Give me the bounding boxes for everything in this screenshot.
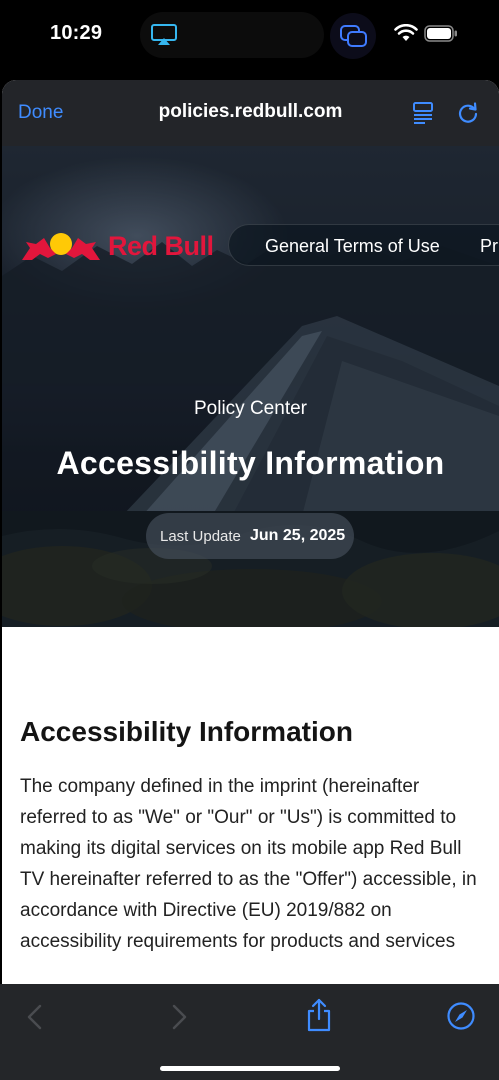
share-icon[interactable] xyxy=(305,998,333,1032)
back-icon[interactable] xyxy=(24,1002,46,1032)
hero-banner: Red Bull General Terms of Use Pri Policy… xyxy=(2,146,499,627)
cards-icon xyxy=(340,25,367,47)
page-title: Accessibility Information xyxy=(56,445,445,481)
status-time: 10:29 xyxy=(50,22,103,44)
forward-icon[interactable] xyxy=(168,1002,190,1032)
nav-item-privacy[interactable]: Pri xyxy=(480,236,499,257)
browser-top-bar: Done policies.redbull.com xyxy=(2,80,499,146)
reload-icon[interactable] xyxy=(456,101,480,125)
battery-icon xyxy=(424,25,457,42)
hero-eyebrow: Policy Center xyxy=(194,398,307,419)
browser-toolbar xyxy=(0,984,499,1080)
browser-sheet: Done policies.redbull.com Red Bull Gener… xyxy=(2,80,499,1080)
airplay-icon xyxy=(151,24,177,45)
compass-icon[interactable] xyxy=(446,1001,476,1031)
last-update-label: Last Update xyxy=(160,528,241,545)
nav-item-general-terms[interactable]: General Terms of Use xyxy=(265,236,440,257)
section-heading: Accessibility Information xyxy=(20,716,353,747)
brand-name: Red Bull xyxy=(108,231,214,261)
home-indicator xyxy=(160,1066,340,1071)
status-bar: 10:29 xyxy=(0,0,499,80)
last-update-date: Jun 25, 2025 xyxy=(250,527,346,544)
section-body: The company defined in the imprint (here… xyxy=(20,776,477,952)
reader-icon[interactable] xyxy=(411,101,435,125)
wifi-icon xyxy=(394,24,418,41)
